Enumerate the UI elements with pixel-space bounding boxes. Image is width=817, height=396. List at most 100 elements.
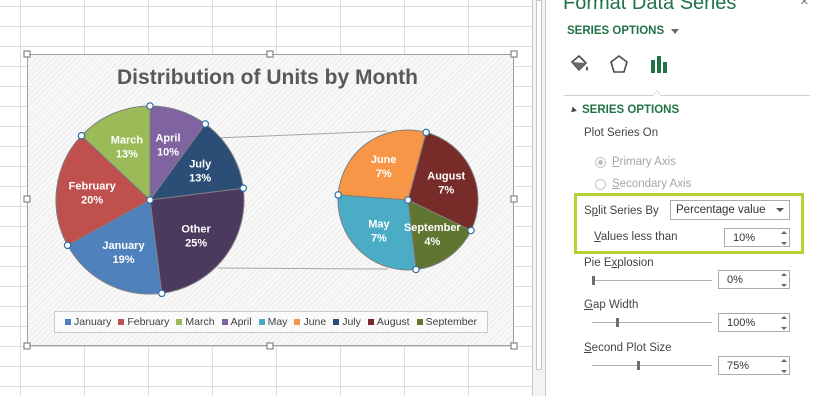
legend-label: August [376, 316, 410, 328]
spinner-arrows-icon[interactable] [780, 316, 787, 330]
legend-item-june[interactable]: June [294, 316, 326, 328]
slice-handle-primary-2[interactable] [239, 184, 248, 193]
legend-swatch [294, 319, 301, 325]
slice-handle-primary-4[interactable] [63, 241, 72, 250]
legend-item-march[interactable]: March [176, 316, 215, 328]
values-less-than-spinner[interactable]: 10% [724, 228, 790, 247]
series-options-dropdown-label: SERIES OPTIONS [567, 25, 665, 37]
slice-handle-secondary-1[interactable] [467, 226, 475, 235]
gap-width-label: Gap Width [584, 299, 639, 311]
pie-of-pie-chart[interactable]: April 10% July 13% Other 25% January 19% Februar… [0, 0, 532, 396]
chevron-down-icon [776, 208, 784, 212]
resize-handle-left [23, 195, 31, 203]
legend-label: February [127, 316, 170, 328]
legend-label: May [267, 316, 288, 328]
slice-label-value-january: 19% [112, 254, 134, 266]
section-header-label: SERIES OPTIONS [582, 104, 680, 116]
gap-width-spinner[interactable]: 100% [718, 313, 790, 332]
series-options-icon[interactable] [648, 53, 670, 75]
effects-icon[interactable] [608, 53, 630, 75]
legend-item-august[interactable]: August [367, 316, 410, 328]
primary-axis-label: Primary Axis [612, 156, 676, 168]
gap-width-slider-track[interactable] [592, 322, 712, 323]
primary-axis-radio[interactable] [595, 157, 606, 168]
chart-title[interactable]: Distribution of Units by Month [0, 66, 532, 90]
resize-handle-top-left [23, 50, 31, 58]
legend-item-may[interactable]: May [258, 316, 288, 328]
series-options-dropdown[interactable]: SERIES OPTIONS [567, 25, 680, 37]
legend-swatch [221, 319, 228, 325]
collapse-triangle-icon [569, 106, 577, 114]
legend-swatch [65, 319, 72, 325]
legend-label: September [425, 316, 477, 328]
legend-swatch [118, 319, 125, 325]
gap-width-slider-thumb[interactable] [616, 318, 619, 327]
slice-handle-secondary-0[interactable] [422, 128, 430, 137]
slice-handle-primary-center[interactable] [146, 196, 154, 204]
connector-line-bottom [217, 267, 389, 270]
slice-label-value-may: 7% [371, 232, 387, 244]
pie-explosion-spinner[interactable]: 0% [718, 270, 790, 289]
slice-label-name-march: March [111, 135, 144, 147]
slice-handle-primary-5[interactable] [77, 131, 86, 140]
slice-label-value-august: 7% [438, 185, 454, 197]
legend-swatch [367, 319, 374, 325]
split-series-by-select[interactable]: Percentage value [670, 200, 790, 220]
vertical-scrollbar[interactable] [532, 0, 546, 396]
slice-handle-primary-1[interactable] [201, 120, 210, 128]
format-data-series-pane: Format Data Series × SERIES OPTIONS SERI… [546, 0, 817, 396]
second-plot-size-slider-thumb[interactable] [637, 361, 640, 370]
resize-handle-top-right [510, 50, 518, 58]
chart-legend[interactable]: January February March April May June July Augu… [54, 311, 488, 333]
spinner-arrows-icon[interactable] [780, 359, 787, 373]
pie-explosion-label: Pie Explosion [584, 257, 654, 269]
slice-label-name-january: January [102, 240, 145, 252]
legend-swatch [176, 319, 183, 325]
resize-handle-right [510, 195, 518, 203]
tab-pointer [652, 90, 662, 96]
connector-line-top [215, 130, 388, 139]
pie-explosion-slider-track[interactable] [592, 280, 712, 281]
fill-line-icon[interactable] [568, 53, 590, 75]
split-series-by-label: Split Series By [584, 205, 659, 217]
secondary-axis-label: Secondary Axis [612, 178, 692, 190]
slice-handle-primary-3[interactable] [158, 289, 166, 298]
legend-label: July [342, 316, 361, 328]
pane-icon-tabs [568, 53, 670, 75]
slice-label-name-other: Other [181, 224, 211, 236]
slice-handle-primary-0[interactable] [146, 102, 154, 110]
legend-swatch [333, 319, 340, 325]
slice-label-value-other: 25% [185, 238, 207, 250]
slice-label-name-august: August [427, 171, 465, 183]
pie-explosion-slider-thumb[interactable] [592, 276, 595, 285]
second-plot-size-slider-track[interactable] [592, 365, 712, 366]
legend-item-february[interactable]: February [118, 316, 169, 328]
second-plot-size-spinner[interactable]: 75% [718, 356, 790, 375]
section-header-series-options[interactable]: SERIES OPTIONS [569, 104, 680, 116]
legend-item-september[interactable]: September [416, 316, 477, 328]
slice-label-name-july: July [189, 158, 212, 170]
legend-item-july[interactable]: July [333, 316, 361, 328]
legend-swatch [416, 319, 423, 325]
resize-handle-top [266, 50, 274, 58]
pie-explosion-value: 0% [727, 273, 743, 286]
legend-item-january[interactable]: January [65, 316, 111, 328]
slice-handle-secondary-2[interactable] [412, 265, 420, 274]
spinner-arrows-icon[interactable] [780, 273, 787, 287]
scrollbar-thumb[interactable] [536, 0, 542, 370]
slice-label-value-february: 20% [81, 195, 103, 207]
slice-label-value-april: 10% [157, 147, 179, 159]
secondary-axis-radio[interactable] [595, 179, 606, 190]
slice-handle-secondary-center[interactable] [404, 196, 412, 204]
slice-label-name-april: April [155, 133, 180, 145]
slice-label-value-september: 4% [424, 236, 440, 248]
split-series-by-value: Percentage value [676, 204, 766, 216]
resize-handle-bottom-right [510, 342, 518, 350]
slice-handle-secondary-3[interactable] [334, 191, 343, 199]
close-icon[interactable]: × [800, 0, 809, 10]
legend-item-april[interactable]: April [221, 316, 252, 328]
spinner-arrows-icon[interactable] [780, 231, 787, 245]
primary-axis-label-text: rimary Axis [619, 156, 676, 168]
slice-label-name-may: May [368, 218, 390, 230]
legend-swatch [258, 319, 265, 325]
